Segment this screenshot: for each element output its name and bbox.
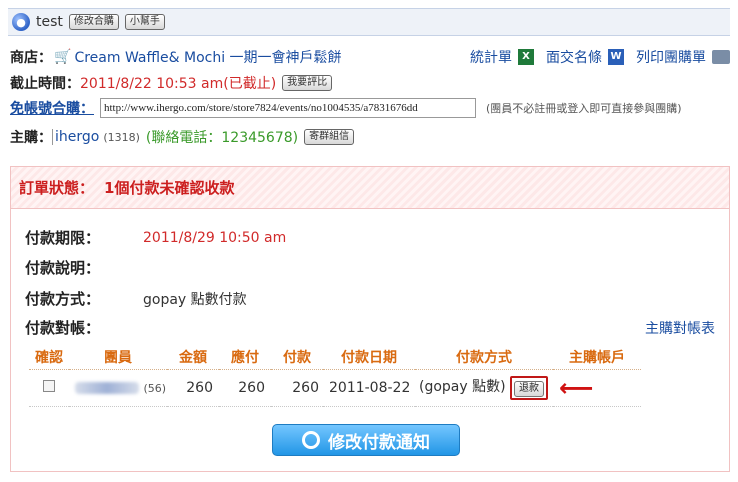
group-mail-button[interactable]: 寄群組信 [304,129,355,145]
printer-icon[interactable] [712,50,730,64]
stats-link[interactable]: 統計單 [470,47,512,67]
reconciliation-link[interactable]: 主購對帳表 [645,318,715,338]
free-account-row: 免帳號合購： http://www.ihergo.com/store/store… [10,98,682,118]
edit-group-buy-button[interactable]: 修改合購 [68,14,119,30]
pay-date-cell: 2011-08-22 [323,369,415,407]
deadline-value: 2011/8/22 10:53 am(已截止) [80,76,277,92]
refund-highlight: 退款 [510,376,549,400]
payment-method-label: 付款方式： [25,290,101,308]
deadline-label: 截止時間： [10,76,80,92]
host-contact: (聯絡電話：12345678) [145,130,299,146]
word-icon[interactable]: W [608,49,624,65]
store-label: 商店： [10,50,52,66]
payment-deadline-row: 付款期限： 2011/8/29 10:50 am [25,227,286,248]
member-count: (56) [143,382,167,395]
cart-icon: 🛒 [54,49,72,65]
col-member: 團員 [69,345,167,370]
confirm-checkbox[interactable] [43,380,55,392]
url-input[interactable]: http://www.ihergo.com/store/store7824/ev… [100,98,476,118]
order-status-value: 1個付款未確認收款 [104,179,235,197]
host-row: 主購： ihergo (1318) (聯絡電話：12345678) 寄群組信 [10,127,355,147]
pay-method-text: (gopay 點數) [419,379,506,395]
host-label: 主購： [10,130,52,146]
table-row: (56) 260 260 260 2011-08-22 (gopay 點數) 退… [29,369,641,407]
rate-button[interactable]: 我要評比 [282,75,333,91]
payment-desc-row: 付款說明： [25,257,143,278]
reconciliation-row: 付款對帳： 主購對帳表 [25,317,715,338]
reconciliation-label: 付款對帳： [25,319,101,337]
order-status-header: 訂單狀態： 1個付款未確認收款 [11,167,729,209]
col-confirm: 確認 [29,345,69,370]
report-links: 統計單 X 面交名條 W 列印團購單 [470,47,730,67]
free-account-note: (團員不必註冊或登入即可直接參與團購) [486,102,682,115]
col-pay-method: 付款方式 [415,345,553,370]
col-host-account: 主購帳戶 [553,345,641,370]
col-due: 應付 [219,345,271,370]
print-order-link[interactable]: 列印團購單 [636,47,706,67]
host-name-link[interactable]: ihergo [52,129,99,145]
exchange-list-link[interactable]: 面交名條 [546,47,602,67]
free-account-label[interactable]: 免帳號合購： [10,98,94,118]
due-cell: 260 [219,369,271,407]
payment-deadline-value: 2011/8/29 10:50 am [143,229,287,246]
payment-table: 確認 團員 金額 應付 付款 付款日期 付款方式 主購帳戶 (56) 260 2… [29,345,641,407]
col-paid: 付款 [271,345,323,370]
gear-icon [302,431,320,449]
amount-cell: 260 [167,369,219,407]
col-pay-date: 付款日期 [323,345,415,370]
excel-icon[interactable]: X [518,49,534,65]
payment-desc-label: 付款說明： [25,259,101,277]
globe-icon: ● [12,13,30,31]
edit-payment-notice-label: 修改付款通知 [328,432,430,453]
paid-cell: 260 [271,369,323,407]
order-status-label: 訂單狀態： [19,179,95,197]
member-name-blurred [75,382,139,394]
pay-method-cell: (gopay 點數) 退款 [415,369,553,407]
host-count: (1318) [103,130,140,144]
payment-deadline-label: 付款期限： [25,229,101,247]
arrow-left-icon: ⟵ [559,374,594,402]
payment-method-value: gopay 點數付款 [143,291,247,308]
col-amount: 金額 [167,345,219,370]
edit-payment-notice-button[interactable]: 修改付款通知 [272,424,460,456]
title-bar: ● test 修改合購 小幫手 [8,8,730,36]
deadline-row: 截止時間： 2011/8/22 10:53 am(已截止) 我要評比 [10,73,333,93]
store-row: 商店： 🛒 Cream Waffle& Mochi 一期一會神戶鬆餅 [10,47,342,67]
page-title: test [36,14,63,30]
store-name-link[interactable]: Cream Waffle& Mochi 一期一會神戶鬆餅 [74,47,341,67]
payment-method-row: 付款方式： gopay 點數付款 [25,288,247,309]
helper-button[interactable]: 小幫手 [124,14,165,30]
refund-button[interactable]: 退款 [514,381,545,397]
